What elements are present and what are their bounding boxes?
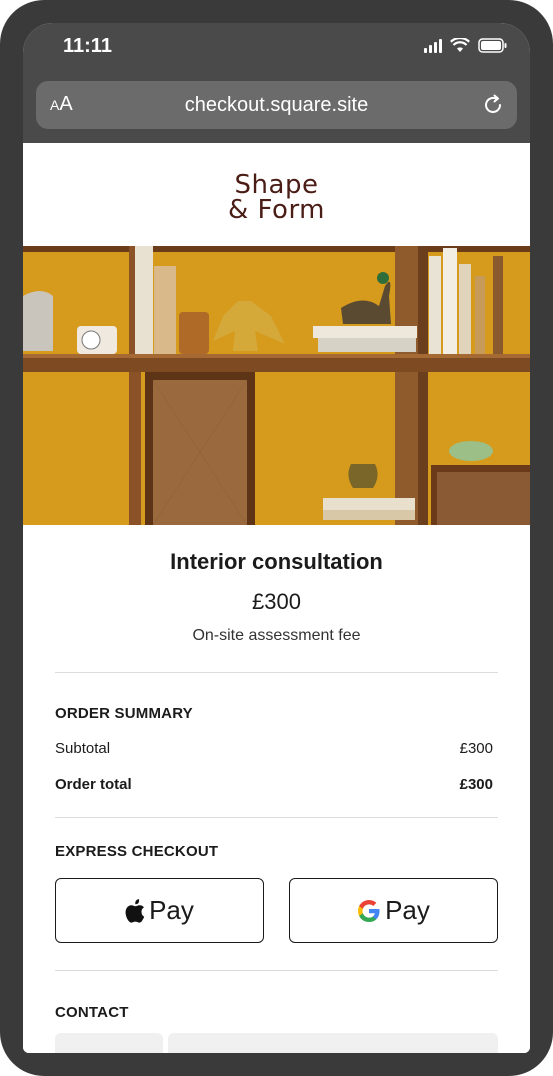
apple-pay-label: Pay [149, 895, 194, 925]
wifi-icon [450, 38, 470, 52]
order-total-row: Order total £300 [55, 776, 493, 793]
google-pay-button[interactable]: Pay [289, 878, 498, 943]
battery-icon [478, 38, 507, 53]
address-bar[interactable]: AA checkout.square.site [36, 81, 517, 129]
status-time: 11:11 [63, 35, 112, 57]
apple-pay-button[interactable]: Pay [55, 878, 264, 943]
order-total-value: £300 [459, 776, 493, 793]
product-title: Interior consultation [170, 549, 383, 574]
google-pay-label: Pay [385, 895, 430, 925]
divider [55, 817, 498, 818]
contact-country-code-field[interactable] [55, 1033, 163, 1053]
subtotal-label: Subtotal [55, 740, 111, 757]
product-description: On-site assessment fee [192, 627, 361, 644]
express-checkout-heading: EXPRESS CHECKOUT [55, 843, 219, 860]
store-logo[interactable]: Shape & Form [23, 172, 530, 225]
browser-chrome: 11:11 AA checkout.square.site [23, 23, 530, 143]
checkout-page: Shape & Form Interior consultation £300 … [23, 143, 530, 1053]
contact-heading: CONTACT [55, 1004, 129, 1021]
screen: 11:11 AA checkout.square.site Shape & Fo… [23, 23, 530, 1053]
url-text: checkout.square.site [184, 94, 369, 116]
reload-icon[interactable] [481, 93, 505, 117]
divider [55, 970, 498, 971]
apple-logo-icon [125, 898, 145, 923]
contact-phone-field[interactable] [168, 1033, 498, 1053]
order-summary-heading: ORDER SUMMARY [55, 705, 193, 722]
phone-frame: 11:11 AA checkout.square.site Shape & Fo… [0, 0, 553, 1076]
product-price: £300 [252, 589, 301, 614]
divider [55, 672, 498, 673]
hero-image [23, 246, 530, 525]
status-icons [424, 38, 508, 53]
subtotal-row: Subtotal £300 [55, 740, 493, 757]
cellular-signal-icon [424, 39, 442, 53]
subtotal-value: £300 [459, 740, 493, 757]
order-total-label: Order total [55, 776, 132, 793]
logo-line-2: & Form [227, 195, 326, 225]
google-g-logo-icon [358, 899, 380, 922]
